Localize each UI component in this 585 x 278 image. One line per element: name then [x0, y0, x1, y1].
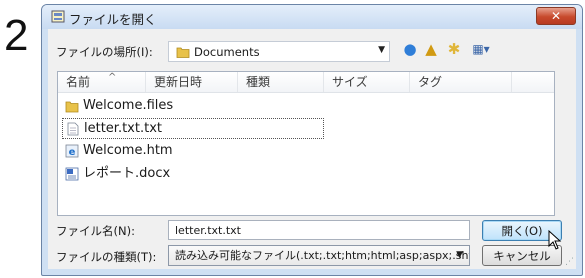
dialog-icon [51, 10, 65, 23]
list-item[interactable]: e Welcome.htm [62, 141, 324, 162]
filetype-value: 読み込み可能なファイル(.txt;.txt;htm;html;asp;aspx;… [175, 249, 470, 262]
html-file-icon: e [65, 144, 79, 158]
text-file-icon [67, 122, 79, 136]
file-name: letter.txt.txt [84, 121, 162, 136]
column-modified[interactable]: 更新日時 [146, 72, 238, 92]
column-size[interactable]: サイズ [324, 72, 410, 92]
chevron-down-icon[interactable]: ▼ [456, 246, 463, 265]
word-doc-icon [65, 167, 79, 181]
new-folder-icon[interactable]: ✱ [445, 40, 463, 58]
list-item[interactable]: Welcome.files [62, 96, 324, 117]
svg-text:e: e [69, 147, 76, 158]
back-icon[interactable]: ● [401, 40, 419, 58]
column-tags[interactable]: タグ [410, 72, 512, 92]
filetype-select[interactable]: 読み込み可能なファイル(.txt;.txt;htm;html;asp;aspx;… [168, 245, 470, 266]
view-menu-icon[interactable]: ▦▾ [468, 40, 494, 58]
folder-icon [65, 101, 79, 113]
dialog-title: ファイルを開く [69, 12, 157, 27]
location-label: ファイルの場所(I): [56, 45, 153, 59]
title-bar: ファイルを開く ✕ [42, 5, 582, 29]
list-item[interactable]: レポート.docx [62, 164, 324, 185]
location-combobox[interactable]: Documents ▼ [168, 41, 390, 62]
up-folder-icon[interactable]: ▲ [422, 40, 440, 58]
location-value: Documents [194, 45, 260, 59]
mouse-pointer-icon [548, 230, 562, 250]
file-name: Welcome.files [83, 98, 174, 113]
resize-grip-icon[interactable]: ⋰ [565, 257, 574, 267]
list-item-selected[interactable]: letter.txt.txt [62, 118, 324, 139]
file-name: レポート.docx [83, 166, 171, 181]
column-type[interactable]: 種類 [238, 72, 324, 92]
open-file-dialog: ファイルを開く ✕ ファイルの場所(I): Documents ▼ ● ▲ ✱ … [41, 4, 583, 276]
sort-arrow-icon: ^ [108, 72, 117, 83]
close-button[interactable]: ✕ [536, 7, 576, 25]
filename-label: ファイル名(N): [56, 224, 135, 238]
filename-input[interactable]: letter.txt.txt [168, 220, 470, 240]
dialog-body: ファイルの場所(I): Documents ▼ ● ▲ ✱ ▦▾ 名前 ^ 更新… [48, 29, 576, 269]
step-number: 2 [4, 11, 29, 60]
filetype-label: ファイルの種類(T): [56, 250, 157, 264]
chevron-down-icon[interactable]: ▼ [378, 45, 385, 55]
file-name: Welcome.htm [83, 143, 173, 158]
file-list[interactable]: 名前 ^ 更新日時 種類 サイズ タグ Welcome.files letter… [57, 71, 555, 216]
column-name[interactable]: 名前 ^ [58, 72, 146, 92]
folder-icon [176, 47, 190, 58]
